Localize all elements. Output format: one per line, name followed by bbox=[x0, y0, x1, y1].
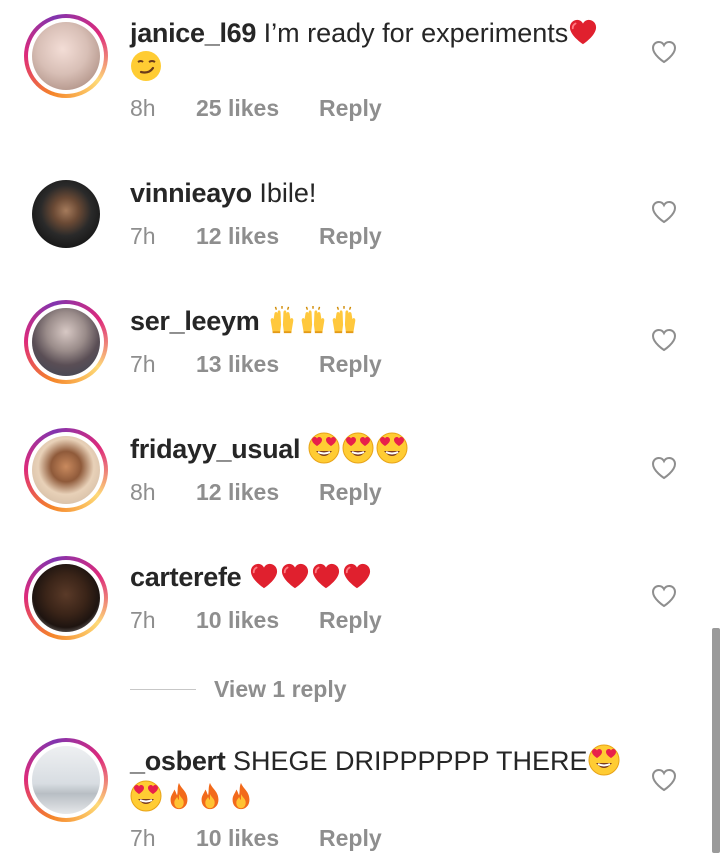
likes-count[interactable]: 10 likes bbox=[196, 825, 319, 852]
fire-icon bbox=[195, 781, 225, 811]
comment-username[interactable]: _osbert bbox=[130, 746, 226, 776]
comment-time: 8h bbox=[130, 95, 156, 121]
reply-button[interactable]: Reply bbox=[319, 351, 382, 378]
comment-meta: 7h 12 likes Reply bbox=[130, 223, 382, 250]
comment-time: 7h bbox=[130, 607, 156, 633]
heart-outline-icon[interactable] bbox=[651, 328, 677, 352]
red-heart-icon bbox=[342, 562, 372, 590]
likes-count[interactable]: 25 likes bbox=[196, 95, 319, 122]
reply-button[interactable]: Reply bbox=[319, 223, 382, 250]
view-replies-label[interactable]: View 1 reply bbox=[214, 676, 347, 703]
comment-username[interactable]: ser_leeym bbox=[130, 306, 260, 336]
red-heart-icon bbox=[249, 562, 279, 590]
heart-eyes-icon bbox=[308, 432, 340, 464]
heart-outline-icon[interactable] bbox=[651, 456, 677, 480]
likes-count[interactable]: 13 likes bbox=[196, 351, 319, 378]
comment-meta: 7h 13 likes Reply bbox=[130, 351, 382, 378]
reply-button[interactable]: Reply bbox=[319, 95, 382, 122]
comment-text: I’m ready for experiments bbox=[263, 18, 569, 48]
comment-text: SHEGE DRIPPPPPP THERE bbox=[232, 746, 588, 776]
comment-meta: 8h 12 likes Reply bbox=[130, 479, 382, 506]
comment-meta: 7h 10 likes Reply bbox=[130, 825, 382, 852]
comment-meta: 8h 25 likes Reply bbox=[130, 95, 382, 122]
raising-hands-icon bbox=[329, 305, 359, 335]
raising-hands-icon bbox=[267, 305, 297, 335]
comment-username[interactable]: fridayy_usual bbox=[130, 434, 300, 464]
reply-button[interactable]: Reply bbox=[319, 607, 382, 634]
likes-count[interactable]: 10 likes bbox=[196, 607, 319, 634]
likes-count[interactable]: 12 likes bbox=[196, 479, 319, 506]
heart-eyes-icon bbox=[130, 780, 162, 812]
heart-outline-icon[interactable] bbox=[651, 40, 677, 64]
fire-icon bbox=[164, 781, 194, 811]
avatar[interactable] bbox=[24, 172, 108, 256]
avatar[interactable] bbox=[24, 14, 108, 98]
raising-hands-icon bbox=[298, 305, 328, 335]
avatar[interactable] bbox=[24, 556, 108, 640]
red-heart-icon bbox=[311, 562, 341, 590]
comment-time: 7h bbox=[130, 223, 156, 249]
comment-username[interactable]: carterefe bbox=[130, 562, 242, 592]
avatar[interactable] bbox=[24, 738, 108, 822]
smirk-icon bbox=[130, 50, 162, 82]
heart-outline-icon[interactable] bbox=[651, 768, 677, 792]
comment-meta: 7h 10 likes Reply bbox=[130, 607, 382, 634]
heart-eyes-icon bbox=[376, 432, 408, 464]
fire-icon bbox=[226, 781, 256, 811]
reply-button[interactable]: Reply bbox=[319, 825, 382, 852]
divider bbox=[130, 689, 196, 690]
reply-button[interactable]: Reply bbox=[319, 479, 382, 506]
scrollbar[interactable] bbox=[712, 628, 720, 853]
avatar[interactable] bbox=[24, 300, 108, 384]
heart-eyes-icon bbox=[588, 744, 620, 776]
comment-text: Ibile! bbox=[259, 178, 317, 208]
avatar[interactable] bbox=[24, 428, 108, 512]
comment-time: 7h bbox=[130, 351, 156, 377]
comment-time: 8h bbox=[130, 479, 156, 505]
comment-time: 7h bbox=[130, 825, 156, 851]
red-heart-icon bbox=[280, 562, 310, 590]
likes-count[interactable]: 12 likes bbox=[196, 223, 319, 250]
heart-outline-icon[interactable] bbox=[651, 200, 677, 224]
comment-username[interactable]: janice_l69 bbox=[130, 18, 256, 48]
red-heart-icon bbox=[568, 18, 598, 46]
heart-outline-icon[interactable] bbox=[651, 584, 677, 608]
heart-eyes-icon bbox=[342, 432, 374, 464]
comment-username[interactable]: vinnieayo bbox=[130, 178, 252, 208]
